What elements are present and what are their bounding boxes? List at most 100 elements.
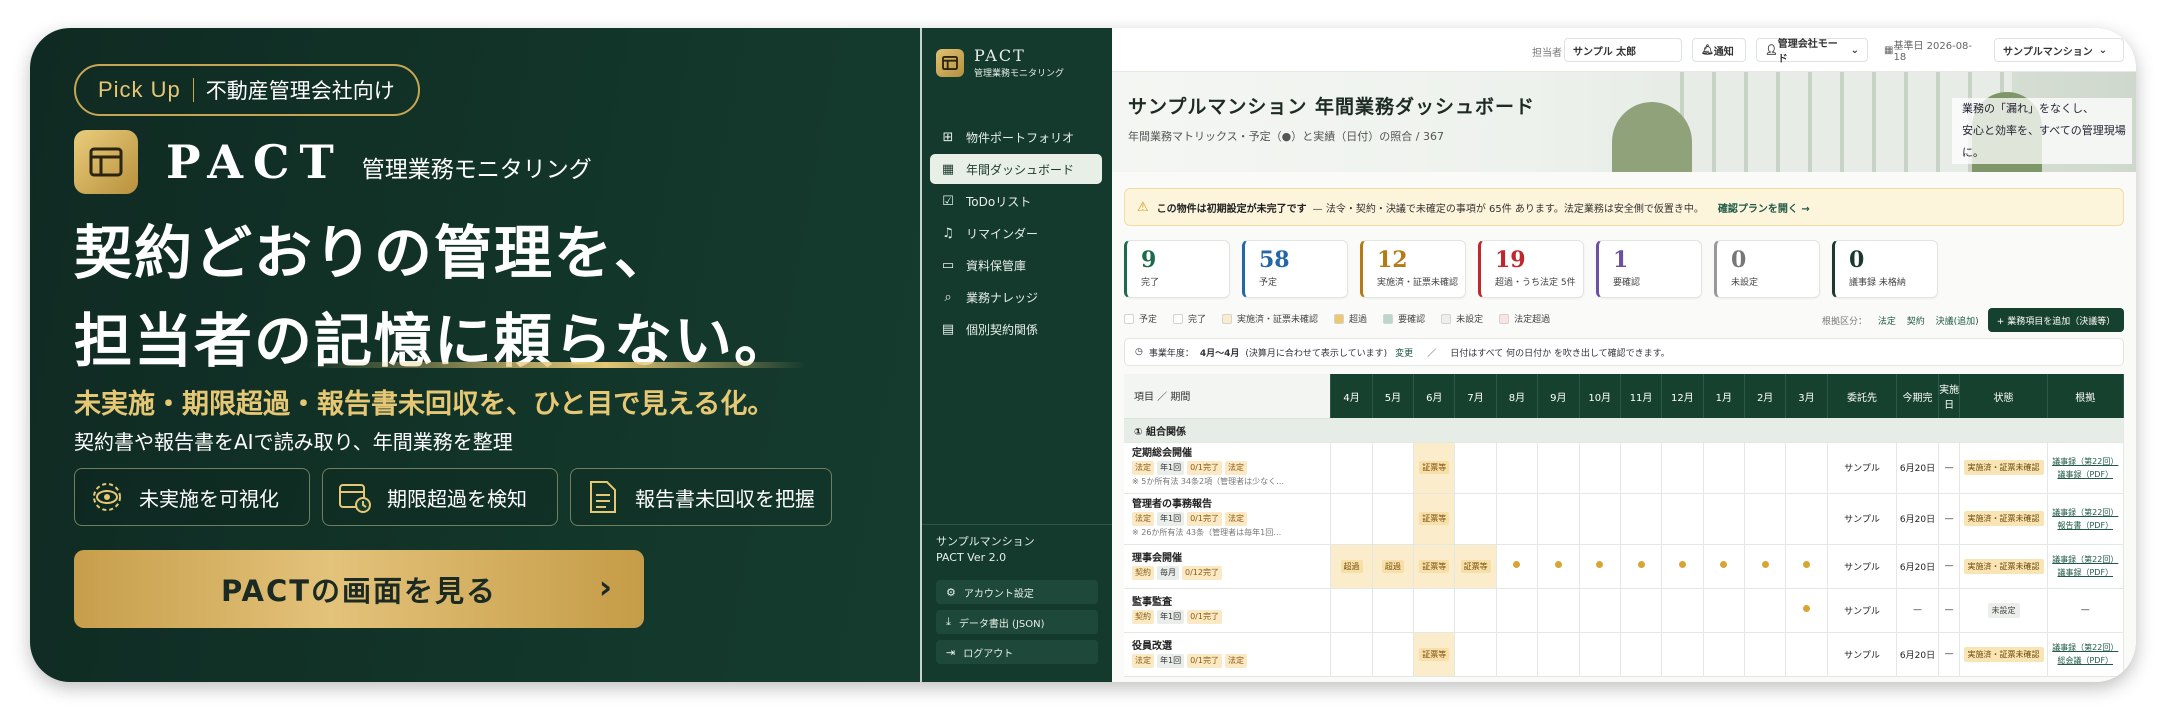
table-row[interactable]: 定期総会開催 法定 年1回 0/1完了 法定 ※ 5か所有法 34条2項（管理者は少なく…… — [1124, 442, 2125, 494]
month-cell[interactable] — [1703, 493, 1745, 545]
reference-link[interactable]: 議事録（第22回） — [2048, 506, 2123, 519]
add-task-button[interactable]: + 業務項目を追加（決議等） — [1988, 308, 2124, 332]
sidebar-item-reminder[interactable]: ♫ リマインダー — [930, 218, 1102, 248]
month-cell[interactable] — [1620, 632, 1663, 677]
kpi-unset[interactable]: 0 未設定 — [1714, 240, 1820, 298]
reference-link[interactable]: 議事録（PDF） — [2048, 468, 2123, 481]
month-cell[interactable] — [1703, 588, 1745, 633]
month-cell[interactable] — [1785, 544, 1828, 589]
month-cell[interactable] — [1330, 493, 1373, 545]
sidebar-item-knowledge[interactable]: ⌕ 業務ナレッジ — [930, 282, 1102, 312]
month-cell[interactable] — [1579, 588, 1621, 633]
reference-link[interactable]: 議事録（第22回） — [2048, 553, 2123, 566]
month-cell[interactable] — [1413, 588, 1456, 633]
sidebar-item-portfolio[interactable]: ⊞ 物件ポートフォリオ — [930, 122, 1102, 152]
month-cell[interactable] — [1372, 493, 1415, 545]
reference-link[interactable]: 総会議（PDF） — [2048, 654, 2123, 667]
sidebar-item-archive[interactable]: ▭ 資料保管庫 — [930, 250, 1102, 280]
logout-button[interactable]: ⇥ ログアウト — [936, 640, 1098, 664]
notify-button[interactable]: 🔔︎ 通知 — [1692, 38, 1746, 62]
kpi-unverified[interactable]: 12 実施済・証票未確認 — [1360, 240, 1466, 298]
month-cell[interactable] — [1579, 493, 1621, 545]
group-row[interactable]: ① 組合関係 — [1124, 418, 2124, 443]
account-settings-button[interactable]: ⚙ アカウント設定 — [936, 580, 1098, 604]
division-resolution[interactable]: 決議(追加) — [1936, 317, 1979, 327]
month-cell[interactable] — [1537, 632, 1580, 677]
month-cell[interactable]: 証票等 — [1413, 493, 1456, 545]
month-cell[interactable] — [1661, 632, 1704, 677]
table-row[interactable]: 管理者の事務報告 法定 年1回 0/1完了 法定 ※ 26か所有法 43条（管理者は毎年1… — [1124, 493, 2125, 545]
property-select[interactable]: サンプルマンション ⌄ — [1994, 38, 2124, 62]
division-contract[interactable]: 契約 — [1907, 317, 1925, 327]
kpi-planned[interactable]: 58 予定 — [1242, 240, 1348, 298]
month-cell[interactable]: 超過 — [1372, 544, 1415, 589]
month-cell[interactable] — [1330, 632, 1373, 677]
reference-link[interactable]: 報告書（PDF） — [2048, 519, 2123, 532]
month-cell[interactable]: 証票等 — [1413, 544, 1456, 589]
table-row[interactable]: 役員改選 法定 年1回 0/1完了 法定 証票等 サンプル 6月20日 — 実施済・証票… — [1124, 632, 2125, 677]
month-cell[interactable] — [1744, 544, 1787, 589]
export-json-button[interactable]: ⤓ データ書出 (JSON) — [936, 610, 1098, 634]
month-cell[interactable] — [1620, 442, 1663, 494]
view-pact-button[interactable]: PACTの画面を見る › — [74, 550, 644, 628]
reference-link[interactable]: 議事録（PDF） — [2048, 566, 2123, 579]
month-cell[interactable] — [1330, 442, 1373, 494]
month-cell[interactable] — [1785, 442, 1828, 494]
sidebar-item-todo[interactable]: ☑ ToDoリスト — [930, 186, 1102, 216]
month-cell[interactable] — [1579, 632, 1621, 677]
month-cell[interactable] — [1744, 588, 1787, 633]
month-cell[interactable] — [1537, 442, 1580, 494]
open-plan-link[interactable]: 確認プランを開く → — [1718, 200, 1810, 215]
manager-select[interactable]: サンプル 太郎 — [1564, 38, 1682, 62]
month-cell[interactable] — [1454, 588, 1497, 633]
month-cell[interactable] — [1496, 632, 1539, 677]
month-cell[interactable] — [1537, 493, 1580, 545]
month-cell[interactable] — [1496, 493, 1539, 545]
month-cell[interactable] — [1703, 632, 1745, 677]
table-row[interactable]: 理事会開催 契約 毎月 0/12完了 超過 超過 証票等 証票等 サンプル 6月… — [1124, 544, 2125, 589]
month-cell[interactable] — [1744, 632, 1787, 677]
month-cell[interactable]: 証票等 — [1413, 632, 1456, 677]
kpi-completed[interactable]: 9 完了 — [1124, 240, 1230, 298]
month-cell[interactable] — [1661, 442, 1704, 494]
sidebar-item-dashboard[interactable]: ▦ 年間ダッシュボード — [930, 154, 1102, 184]
month-cell[interactable] — [1579, 442, 1621, 494]
month-cell[interactable] — [1372, 632, 1415, 677]
month-cell[interactable] — [1661, 493, 1704, 545]
month-cell[interactable] — [1661, 544, 1704, 589]
month-cell[interactable]: 証票等 — [1454, 544, 1497, 589]
month-cell[interactable] — [1454, 632, 1497, 677]
month-cell[interactable] — [1454, 442, 1497, 494]
month-cell[interactable] — [1620, 544, 1663, 589]
month-cell[interactable] — [1703, 544, 1745, 589]
month-cell[interactable] — [1620, 588, 1663, 633]
month-cell[interactable] — [1744, 442, 1787, 494]
month-cell[interactable] — [1661, 588, 1704, 633]
month-cell[interactable] — [1372, 588, 1415, 633]
month-cell[interactable] — [1537, 544, 1580, 589]
month-cell[interactable] — [1454, 493, 1497, 545]
division-legal[interactable]: 法定 — [1878, 317, 1896, 327]
kpi-minutes[interactable]: 0 議事録 未格納 — [1832, 240, 1938, 298]
month-cell[interactable] — [1579, 544, 1621, 589]
reference-link[interactable]: 議事録（第22回） — [2048, 641, 2123, 654]
month-cell[interactable] — [1785, 588, 1828, 633]
month-cell[interactable] — [1496, 588, 1539, 633]
kpi-needs-check[interactable]: 1 要確認 — [1596, 240, 1702, 298]
mode-select[interactable]: 👤︎ 管理会社モード ⌄ — [1756, 38, 1868, 65]
month-cell[interactable] — [1330, 588, 1373, 633]
month-cell[interactable] — [1372, 442, 1415, 494]
month-cell[interactable]: 超過 — [1330, 544, 1373, 589]
period-change-link[interactable]: 変更 — [1395, 346, 1413, 359]
month-cell[interactable] — [1785, 493, 1828, 545]
reference-link[interactable]: 議事録（第22回） — [2048, 455, 2123, 468]
month-cell[interactable]: 証票等 — [1413, 442, 1456, 494]
month-cell[interactable] — [1620, 493, 1663, 545]
month-cell[interactable] — [1496, 442, 1539, 494]
table-row[interactable]: 監事監査 契約 年1回 0/1完了 サンプル — — 未設定 — — [1124, 588, 2125, 633]
month-cell[interactable] — [1744, 493, 1787, 545]
sidebar-item-contracts[interactable]: ▤ 個別契約関係 — [930, 314, 1102, 344]
kpi-overdue[interactable]: 19 超過・うち法定 5件 — [1478, 240, 1584, 298]
month-cell[interactable] — [1703, 442, 1745, 494]
month-cell[interactable] — [1496, 544, 1539, 589]
